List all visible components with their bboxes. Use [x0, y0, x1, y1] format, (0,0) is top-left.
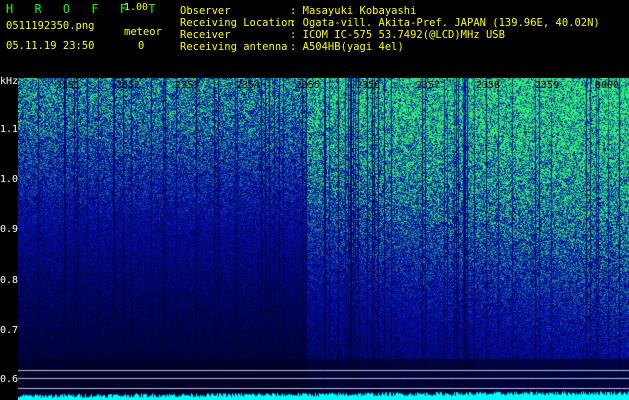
x-tick-0000: 0000 [595, 80, 620, 91]
image-filename: 0511192350.png [6, 20, 95, 32]
x-tick-2358: 2358 [476, 80, 501, 91]
x-tick-2356: 2356 [356, 80, 381, 91]
meteor-count: 0 [138, 40, 145, 52]
location-value: : Ogata-vill. Akita-Pref. JAPAN (139.96E… [290, 17, 600, 29]
meteor-label: meteor [124, 26, 162, 38]
antenna-value: : A504HB(yagi 4el) [290, 41, 404, 53]
y-axis-unit: kHz [0, 76, 19, 87]
y-tick-1.1: 1.1 [0, 124, 19, 135]
x-tick-2355: 2355 [296, 80, 321, 91]
x-tick-2352: 2352 [116, 80, 141, 91]
location-label: Receiving Location [180, 17, 294, 29]
x-tick-2357: 2357 [416, 80, 441, 91]
observer-value: : Masayuki Kobayashi [290, 5, 417, 17]
antenna-label: Receiving antenna [180, 41, 288, 53]
y-axis: kHz 1.1 1.0 0.9 0.8 0.7 0.6 [0, 76, 19, 400]
x-tick-2359: 2359 [535, 80, 560, 91]
x-tick-2353: 2353 [175, 80, 200, 91]
header-panel: H R O F F T 1.00 0511192350.png meteor 0… [0, 0, 629, 78]
y-tick-0.7: 0.7 [0, 325, 19, 336]
y-tick-0.8: 0.8 [0, 275, 19, 286]
receiver-label: Receiver [180, 29, 231, 41]
y-tick-0.9: 0.9 [0, 224, 19, 235]
receiver-value: : ICOM IC-575 53.7492(@LCD)MHz USB [290, 29, 505, 41]
y-tick-0.6: 0.6 [0, 374, 19, 385]
spectrogram [18, 78, 629, 400]
x-tick-2351: 2351 [56, 80, 81, 91]
capture-datetime: 05.11.19 23:50 [6, 40, 95, 52]
observer-label: Observer [180, 5, 231, 17]
y-tick-1.0: 1.0 [0, 174, 19, 185]
app-version: 1.00 [124, 2, 149, 13]
x-tick-2354: 2354 [236, 80, 261, 91]
